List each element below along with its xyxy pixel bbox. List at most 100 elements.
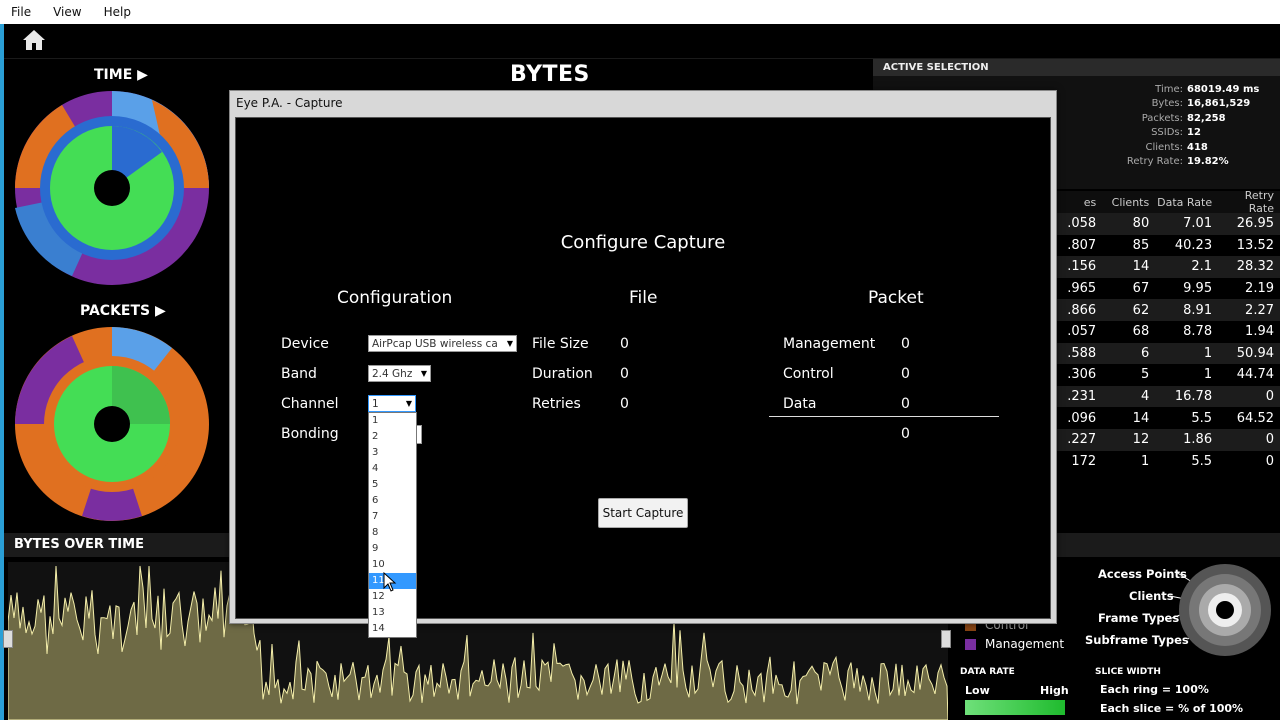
table-cell: 5 (1140, 367, 1150, 383)
menu-bar: File View Help (0, 0, 1280, 25)
menu-help[interactable]: Help (93, 5, 142, 19)
mouse-cursor-icon (383, 572, 397, 592)
table-row[interactable]: .096 14 5.5 64.52 (1055, 407, 1280, 429)
table-row[interactable]: .306 5 1 44.74 (1055, 364, 1280, 386)
band-value: 2.4 Ghz (372, 367, 413, 380)
channel-option[interactable]: 4 (369, 461, 416, 477)
retries-label: Retries (532, 396, 581, 412)
triangle-right-icon: ▶ (137, 67, 148, 83)
configuration-title: Configuration (337, 288, 453, 308)
duration-value: 0 (620, 366, 629, 382)
table-row[interactable]: .156 14 2.1 28.32 (1055, 256, 1280, 278)
management-value: 0 (901, 336, 910, 352)
timeline-right-handle[interactable] (941, 630, 951, 648)
total-value: 0 (901, 426, 910, 442)
table-cell: .057 (1067, 324, 1097, 340)
management-label: Management (783, 336, 876, 352)
device-combobox[interactable]: AirPcap USB wireless ca ▼ (368, 335, 517, 352)
column-header[interactable]: es (1055, 196, 1100, 209)
timeline-left-handle[interactable] (3, 630, 13, 648)
table-cell: 5.5 (1191, 453, 1213, 469)
table-row[interactable]: .058 80 7.01 26.95 (1055, 213, 1280, 235)
home-icon[interactable] (22, 29, 46, 51)
table-cell: 26.95 (1236, 216, 1274, 232)
table-cell: 85 (1132, 237, 1150, 253)
channel-option[interactable]: 7 (369, 509, 416, 525)
table-cell: .306 (1067, 367, 1097, 383)
table-cell: .058 (1067, 216, 1097, 232)
table-cell: 0 (1265, 389, 1274, 405)
column-header[interactable]: Data Rate (1155, 196, 1218, 209)
table-cell: 0 (1265, 453, 1274, 469)
packets-title-text: PACKETS (80, 303, 151, 319)
table-cell: 1 (1140, 453, 1150, 469)
table-row[interactable]: 172 1 5.5 0 (1055, 451, 1280, 473)
start-capture-button[interactable]: Start Capture (598, 498, 688, 528)
access-point-table: es Clients Data Rate Retry Rate .058 80 7.… (1055, 189, 1280, 473)
column-header[interactable]: Clients (1100, 196, 1155, 209)
table-cell: .231 (1067, 389, 1097, 405)
time-sunburst[interactable] (12, 88, 212, 288)
table-row[interactable]: .057 68 8.78 1.94 (1055, 321, 1280, 343)
table-cell: 5.5 (1191, 410, 1213, 426)
table-row[interactable]: .965 67 9.95 2.19 (1055, 278, 1280, 300)
band-combobox[interactable]: 2.4 Ghz ▼ (368, 365, 431, 382)
channel-option[interactable]: 5 (369, 477, 416, 493)
table-cell: 28.32 (1236, 259, 1274, 275)
table-cell: 2.19 (1245, 281, 1274, 297)
device-value: AirPcap USB wireless ca (372, 337, 498, 350)
table-cell: 7.01 (1183, 216, 1213, 232)
table-cell: 14 (1132, 410, 1150, 426)
slice-width-title: SLICE WIDTH (1095, 667, 1161, 677)
control-label: Control (783, 366, 834, 382)
table-header: es Clients Data Rate Retry Rate (1055, 189, 1280, 215)
table-row[interactable]: .866 62 8.91 2.27 (1055, 299, 1280, 321)
channel-dropdown-list[interactable]: 1 2 3 4 5 6 7 8 9 10 11 12 13 14 (368, 412, 417, 638)
channel-option[interactable]: 3 (369, 445, 416, 461)
menu-view[interactable]: View (42, 5, 92, 19)
column-header[interactable]: Retry Rate (1218, 189, 1280, 215)
channel-option[interactable]: 9 (369, 541, 416, 557)
stat-value: 12 (1187, 127, 1201, 139)
channel-option[interactable]: 14 (369, 621, 416, 637)
channel-option[interactable]: 2 (369, 429, 416, 445)
data-rate-low: Low (965, 684, 990, 697)
table-row[interactable]: .807 85 40.23 13.52 (1055, 235, 1280, 257)
channel-option[interactable]: 10 (369, 557, 416, 573)
table-cell: 64.52 (1236, 410, 1274, 426)
packet-title: Packet (868, 288, 924, 308)
file-size-value: 0 (620, 336, 629, 352)
configure-capture-heading: Configure Capture (560, 232, 726, 253)
total-divider (769, 416, 999, 417)
ring-label-clients: Clients (1129, 589, 1174, 603)
bytes-title: BYTES (510, 62, 590, 87)
channel-combobox[interactable]: 1 ▼ (368, 395, 416, 412)
time-title-text: TIME (94, 67, 133, 83)
table-row[interactable]: .588 6 1 50.94 (1055, 342, 1280, 365)
triangle-right-icon: ▶ (155, 303, 166, 319)
table-row[interactable]: .231 4 16.78 0 (1055, 385, 1280, 408)
duration-label: Duration (532, 366, 593, 382)
table-cell: 67 (1132, 281, 1150, 297)
slice-width-slice: Each slice = % of 100% (1100, 702, 1244, 715)
stat-value: 82,258 (1187, 112, 1226, 124)
channel-option[interactable]: 6 (369, 493, 416, 509)
channel-option[interactable]: 1 (369, 413, 416, 429)
table-cell: 8.91 (1183, 302, 1213, 318)
control-value: 0 (901, 366, 910, 382)
packets-title[interactable]: PACKETS ▶ (80, 303, 166, 319)
channel-option[interactable]: 8 (369, 525, 416, 541)
table-cell: 1.94 (1245, 324, 1274, 340)
table-cell: 44.74 (1236, 367, 1274, 383)
menu-file[interactable]: File (0, 5, 42, 19)
stat-value: 68019.49 ms (1187, 83, 1260, 95)
time-title[interactable]: TIME ▶ (94, 67, 148, 83)
table-cell: 8.78 (1183, 324, 1213, 340)
ring-label-frame-types: Frame Types (1098, 611, 1180, 625)
table-cell: .227 (1067, 432, 1097, 448)
stat-value: 19.82% (1187, 156, 1229, 168)
table-row[interactable]: .227 12 1.86 0 (1055, 428, 1280, 451)
channel-option[interactable]: 13 (369, 605, 416, 621)
packets-sunburst[interactable] (12, 324, 212, 524)
dropdown-arrow-icon: ▼ (420, 369, 428, 378)
